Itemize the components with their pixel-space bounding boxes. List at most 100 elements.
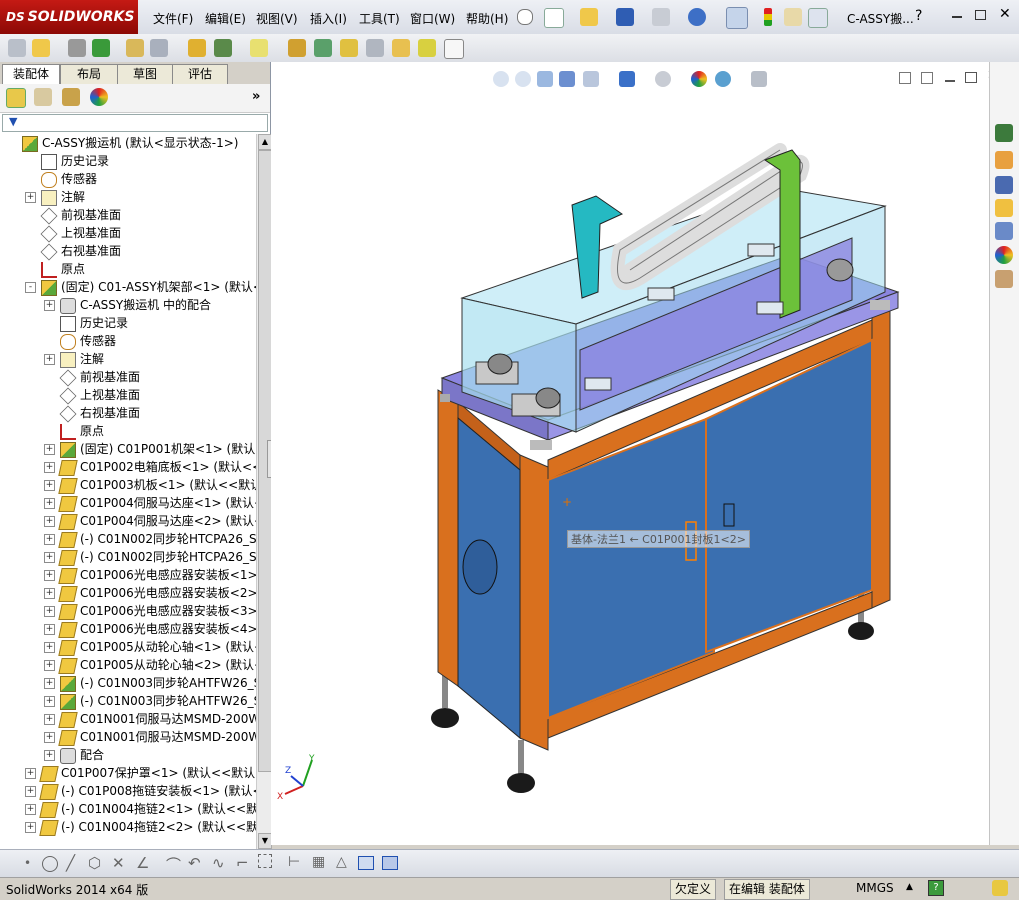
tree-item[interactable]: 上视基准面 [0,224,256,243]
save-icon[interactable] [616,8,634,26]
tree-item[interactable]: 传感器 [0,170,256,188]
featuremanager-tree-icon[interactable] [6,88,26,108]
tree-item[interactable]: + (-) C01N004拖链2<2> (默认<<默认>_显 [0,818,256,836]
tree-item[interactable]: + C01P003机板<1> (默认<<默认>_显示 [0,476,256,494]
expand-panel-icon[interactable]: » [252,89,260,104]
expand-toggle[interactable]: + [44,660,55,671]
new-document-icon[interactable] [544,8,564,28]
tag-icon[interactable] [992,880,1008,896]
linear-pattern-icon[interactable] [92,39,110,57]
tree-item[interactable]: + C01N001伺服马达MSMD-200W(松下)< [0,710,256,728]
filter-funnel-icon[interactable]: ▼ [9,115,17,128]
exploded-view-icon[interactable] [340,39,358,57]
expand-toggle[interactable]: + [44,606,55,617]
tree-item[interactable]: 前视基准面 [0,368,256,387]
menu-file[interactable]: 文件(F) [153,10,193,27]
sketch-relations-icon[interactable]: △ [336,854,347,870]
construction-line-icon[interactable]: ∠ [136,854,149,872]
expand-toggle[interactable]: + [44,642,55,653]
solidworks-logo[interactable]: DS SOLIDWORKS [0,0,138,34]
tree-item[interactable]: + C01P005从动轮心轴<1> (默认<<默认 [0,638,256,656]
tree-item[interactable]: 上视基准面 [0,386,256,405]
tree-item[interactable]: 前视基准面 [0,206,256,225]
tree-item[interactable]: + 注解 [0,188,256,206]
custom-properties-icon[interactable] [995,270,1013,288]
tree-vertical-scrollbar[interactable]: ▲ ▼ [256,134,272,849]
expand-toggle[interactable]: + [44,552,55,563]
tree-item[interactable]: + (-) C01N002同步轮HTCPA26_S5M150_ [0,548,256,566]
tree-item[interactable]: 历史记录 [0,314,256,332]
tangent-arc-icon[interactable]: ↶ [188,854,201,872]
restore-window-icon[interactable] [975,10,986,20]
expand-toggle[interactable]: + [44,462,55,473]
rebuild-traffic-light-icon[interactable] [764,8,772,26]
tree-item[interactable]: + 配合 [0,746,256,764]
tree-item[interactable]: + (固定) C01P001机架<1> (默认<显示 [0,440,256,458]
tree-item[interactable]: + C01N001伺服马达MSMD-200W(松下)< [0,728,256,746]
tree-item[interactable]: 右视基准面 [0,404,256,423]
propertymanager-icon[interactable] [34,88,52,106]
units-dropdown-arrow[interactable]: ▲ [906,882,913,892]
interference-detection-icon[interactable] [392,39,410,57]
insert-component-icon[interactable] [8,39,26,57]
tab-evaluate[interactable]: 评估 [172,64,228,84]
new-motion-study-icon[interactable] [288,39,306,57]
tree-item[interactable]: C-ASSY搬运机 (默认<显示状态-1>) [0,134,256,152]
machine-model[interactable]: + [271,62,989,845]
scroll-up-arrow[interactable]: ▲ [258,134,272,150]
expand-toggle[interactable]: + [44,570,55,581]
sketch-fillet-icon[interactable]: ⌒ [166,854,181,875]
tree-item[interactable]: + C01P004伺服马达座<2> (默认<<默认 [0,512,256,530]
expand-toggle[interactable]: + [44,696,55,707]
point-icon[interactable]: • [24,856,31,870]
tree-item[interactable]: + 注解 [0,350,256,368]
expand-toggle[interactable]: + [25,804,36,815]
circle-icon[interactable] [42,856,58,872]
file-explorer-icon[interactable] [995,176,1013,194]
print-icon[interactable] [652,8,670,26]
minimize-window-icon[interactable] [952,16,962,18]
tree-item[interactable]: 右视基准面 [0,242,256,261]
tab-assembly[interactable]: 装配体 [2,64,60,85]
spline-icon[interactable]: ∿ [212,854,225,872]
menu-view[interactable]: 视图(V) [256,10,298,27]
tree-item[interactable]: + (-) C01N003同步轮AHTFW26_S5M150_ [0,674,256,692]
help-icon[interactable]: ? [915,8,922,24]
tree-item[interactable]: + C01P004伺服马达座<1> (默认<<默认 [0,494,256,512]
units-label[interactable]: MMGS [856,881,894,895]
expand-toggle[interactable]: + [25,768,36,779]
expand-toggle[interactable]: + [44,354,55,365]
tree-item[interactable]: 原点 [0,422,256,440]
bill-of-materials-icon[interactable] [314,39,332,57]
tree-item[interactable]: + C01P007保护罩<1> (默认<<默认>_显示 [0,764,256,782]
design-library-icon[interactable] [995,151,1013,169]
expand-toggle[interactable]: + [44,750,55,761]
graphics-viewport[interactable]: ✕ [271,62,998,845]
expand-toggle[interactable]: + [44,624,55,635]
menu-tools[interactable]: 工具(T) [359,10,400,27]
line-icon[interactable]: ╱ [66,854,75,872]
expand-toggle[interactable]: + [44,678,55,689]
menu-window[interactable]: 窗口(W) [410,10,455,27]
collapse-toggle[interactable]: - [25,282,36,293]
displaymanager-icon[interactable] [90,88,108,106]
expand-toggle[interactable]: + [44,588,55,599]
menu-help[interactable]: 帮助(H) [466,10,508,27]
scroll-down-arrow[interactable]: ▼ [258,833,272,849]
solidworks-resources-icon[interactable] [995,124,1013,142]
file-properties-icon[interactable] [784,8,802,26]
close-window-icon[interactable]: ✕ [999,6,1011,22]
tree-item[interactable]: - (固定) C01-ASSY机架部<1> (默认<默认_ [0,278,256,296]
tab-sketch[interactable]: 草图 [117,64,173,84]
tree-item[interactable]: 传感器 [0,332,256,350]
tree-filter-input[interactable]: ▼ [2,114,268,132]
expand-toggle[interactable]: + [44,732,55,743]
corner-rectangle-icon[interactable]: ⌐ [236,854,249,872]
expand-toggle[interactable]: + [25,192,36,203]
menu-edit[interactable]: 编辑(E) [205,10,246,27]
undo-icon[interactable] [688,8,706,26]
expand-toggle[interactable]: + [25,822,36,833]
tree-item[interactable]: 原点 [0,260,256,278]
tree-item[interactable]: 历史记录 [0,152,256,170]
linear-sketch-pattern-icon[interactable]: ▦ [312,854,325,870]
